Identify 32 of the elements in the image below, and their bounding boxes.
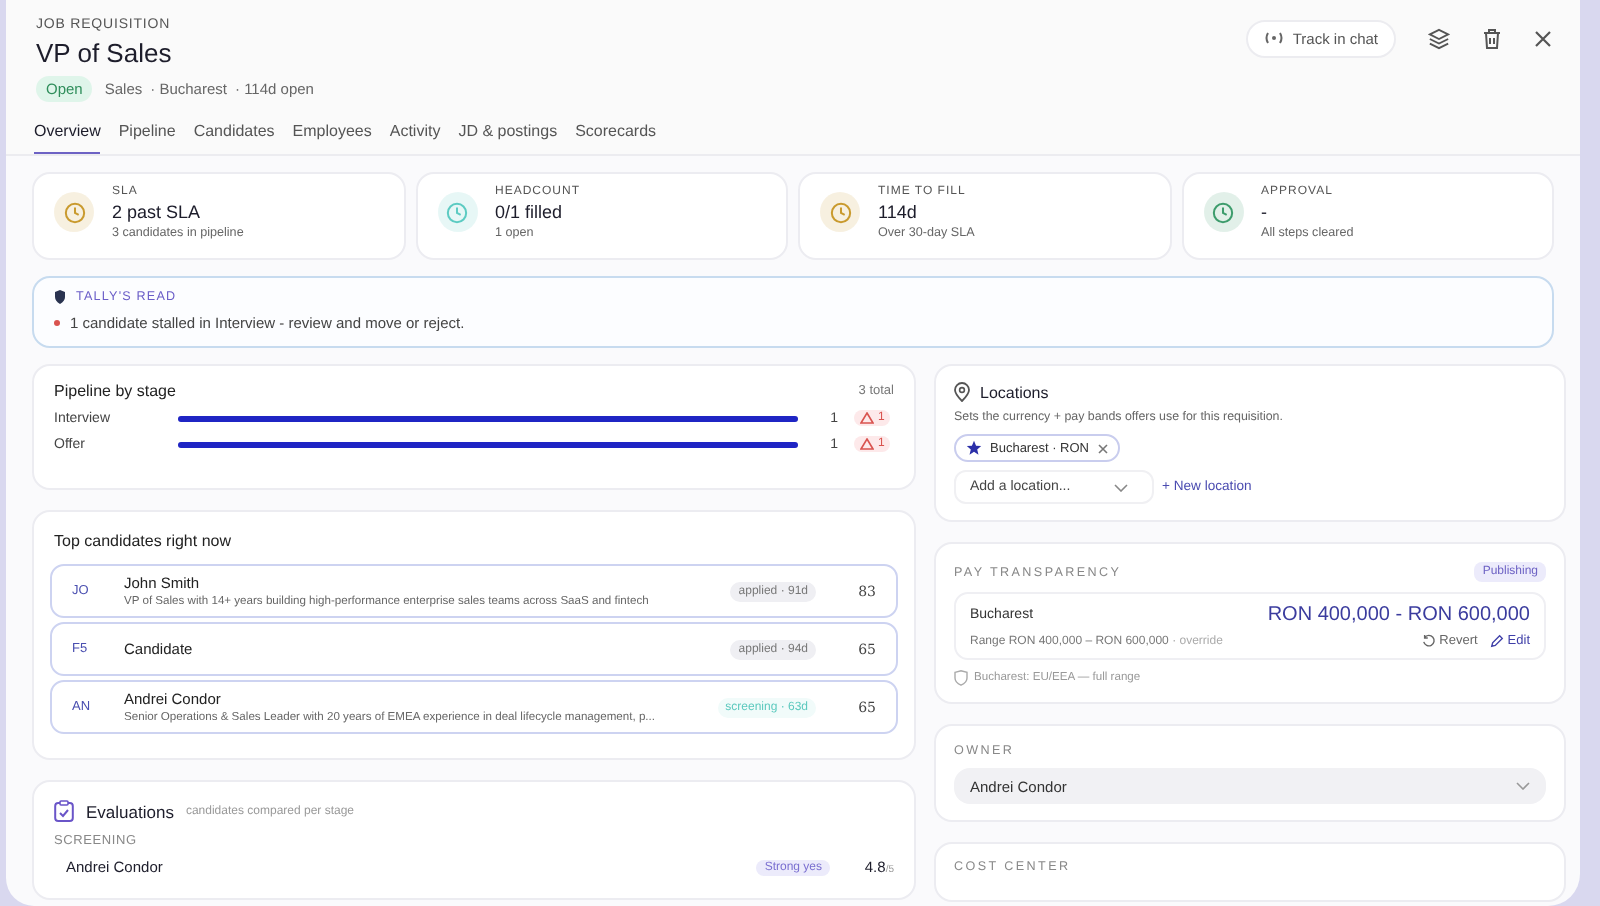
tab[interactable]: Employees xyxy=(292,122,372,154)
card-title: Top candidates right now xyxy=(54,532,233,550)
remove-icon[interactable] xyxy=(1097,443,1107,453)
tab[interactable]: Overview xyxy=(34,122,101,154)
shield-icon xyxy=(954,670,968,686)
kpi-value: 2 past SLA xyxy=(112,202,203,222)
tab[interactable]: Activity xyxy=(389,122,441,154)
page-title: VP of Sales xyxy=(36,38,174,68)
card-title: Locations xyxy=(980,383,1049,401)
map-pin-icon xyxy=(954,382,970,402)
card-title: Pipeline by stage xyxy=(54,382,176,400)
broadcast-icon xyxy=(1264,30,1285,46)
clipboard-check-icon xyxy=(54,800,74,822)
pencil-icon xyxy=(1489,634,1504,648)
chevron-down-icon xyxy=(1516,782,1530,790)
salary-range: RON 400,000 - RON 600,000 xyxy=(1267,604,1530,626)
star-icon xyxy=(966,440,982,456)
close-icon[interactable] xyxy=(1534,29,1552,47)
layers-icon[interactable] xyxy=(1428,27,1450,49)
alert-dot-icon xyxy=(54,320,60,326)
kpi-value: 0/1 filled xyxy=(495,202,565,222)
shield-icon xyxy=(54,290,66,304)
kpi-value: 114d xyxy=(878,202,919,222)
tab[interactable]: Candidates xyxy=(193,122,275,154)
tab[interactable]: Pipeline xyxy=(118,122,176,154)
revert-icon xyxy=(1421,634,1436,648)
chevron-down-icon xyxy=(1114,483,1128,491)
trash-icon[interactable] xyxy=(1482,27,1502,49)
tab[interactable]: JD & postings xyxy=(458,122,558,154)
kpi-value: - xyxy=(1261,202,1269,222)
tab[interactable]: Scorecards xyxy=(575,122,657,154)
card-title: Evaluations xyxy=(86,801,174,821)
